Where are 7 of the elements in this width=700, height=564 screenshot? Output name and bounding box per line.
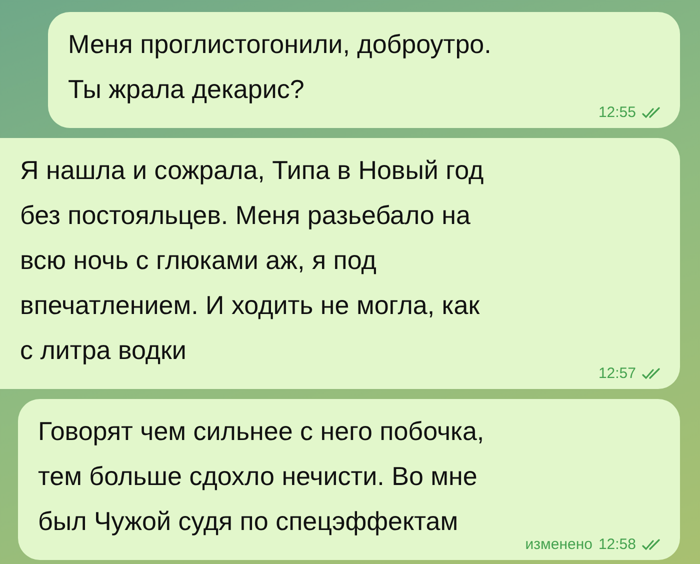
message-time: 12:58 <box>598 536 636 554</box>
edited-label: изменено <box>525 536 592 554</box>
message-bubble[interactable]: Говорят чем сильнее с него побочка, тем больше сдохло нечисти. Во мне был Чужой судя по спецэффектам изменено 12:58 <box>18 399 680 560</box>
message-bubble[interactable]: Я нашла и сожрала, Типа в Новый год без постояльцев. Меня разьебало на всю ночь с глюками аж, я под впечатлением. И ходить не могла, как с литра водки 12:57 <box>0 138 680 389</box>
message-bubble[interactable]: Меня проглистогонили, доброутро. Ты жрала декарис? 12:55 <box>48 12 680 128</box>
message-time: 12:57 <box>598 365 636 383</box>
message-time: 12:55 <box>598 104 636 122</box>
